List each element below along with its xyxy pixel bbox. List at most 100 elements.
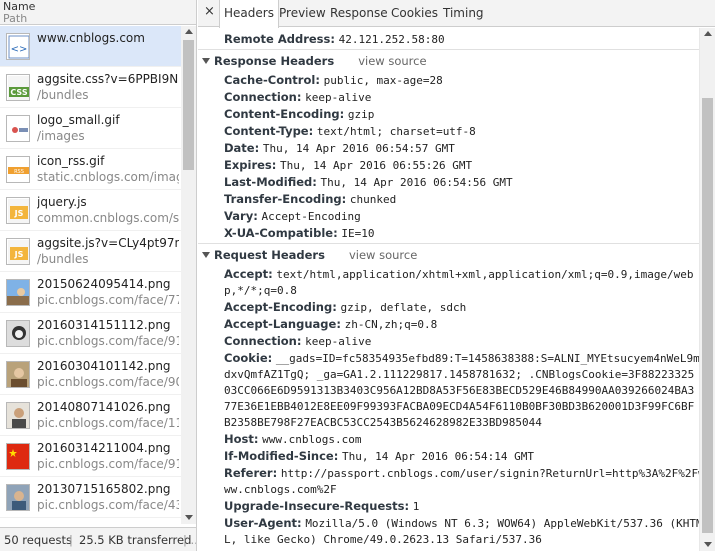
- section-divider: [198, 49, 699, 50]
- header-value: Thu, 14 Apr 2016 06:55:26 GMT: [280, 159, 473, 172]
- status-separator: |...: [183, 533, 196, 547]
- header-row: Expires: Thu, 14 Apr 2016 06:55:26 GMT: [224, 158, 472, 172]
- header-key: Expires:: [224, 158, 277, 172]
- headers-scrollbar[interactable]: [699, 28, 715, 551]
- request-row[interactable]: 20160304101142.png pic.cnblogs.com/face/…: [0, 354, 181, 395]
- header-row: X-UA-Compatible: IE=10: [224, 226, 374, 240]
- request-path: /bundles: [37, 252, 89, 266]
- request-list-scrollbar[interactable]: [181, 26, 196, 524]
- request-list: <> www.cnblogs.com CSS aggsite.css?v=6PP…: [0, 26, 181, 524]
- view-source-link[interactable]: view source: [358, 54, 426, 68]
- header-value: __gads=ID=fc58354935efbd89:T=1458638388:…: [275, 352, 699, 365]
- header-value: Thu, 14 Apr 2016 06:54:57 GMT: [262, 142, 455, 155]
- status-separator: |: [69, 533, 73, 547]
- header-value: Accept-Encoding: [261, 210, 361, 223]
- header-key: Accept-Language:: [224, 317, 341, 331]
- tab-cookies[interactable]: Cookies: [387, 0, 442, 27]
- view-source-link[interactable]: view source: [349, 248, 417, 262]
- path-column-label: Path: [3, 12, 28, 25]
- request-headers-section-header[interactable]: Request Headers view source: [202, 248, 417, 262]
- request-row[interactable]: JS jquery.js common.cnblogs.com/sc...: [0, 190, 181, 231]
- list-column-header[interactable]: Name Path: [0, 0, 196, 25]
- request-path: pic.cnblogs.com/face/911...: [37, 334, 179, 348]
- header-value: p,*/*;q=0.8: [224, 284, 297, 297]
- header-value: 77E36E1EBB4012E8EE09F99393FACBA09ECD4A54…: [224, 400, 695, 413]
- request-row[interactable]: 20130715165802.png pic.cnblogs.com/face/…: [0, 477, 181, 518]
- scroll-down-arrow-icon[interactable]: [704, 542, 712, 547]
- header-value: text/html,application/xhtml+xml,applicat…: [276, 268, 694, 281]
- header-row: Content-Type: text/html; charset=utf-8: [224, 124, 476, 138]
- avatar-image-icon: [6, 361, 30, 388]
- scrollbar-thumb[interactable]: [183, 40, 194, 170]
- header-key: Content-Type:: [224, 124, 314, 138]
- request-row[interactable]: JS aggsite.js?v=CLy4pt97nkl... /bundles: [0, 231, 181, 272]
- request-name: 20160314151112.png: [37, 318, 171, 332]
- request-row[interactable]: 20150624095414.png pic.cnblogs.com/face/…: [0, 272, 181, 313]
- header-row-continuation: 03CC066E6D9591313B3403C956A12BD8A53F56E8…: [224, 383, 694, 397]
- request-name: 20160314211004.png: [37, 441, 171, 455]
- scroll-up-arrow-icon[interactable]: [704, 31, 712, 36]
- avatar-image-icon: [6, 402, 30, 429]
- request-row[interactable]: <> www.cnblogs.com: [0, 26, 181, 67]
- header-value: keep-alive: [305, 335, 372, 348]
- logo-image-icon: [6, 115, 30, 142]
- header-value: www.cnblogs.com: [262, 433, 362, 446]
- request-row[interactable]: 20140807141026.png pic.cnblogs.com/face/…: [0, 395, 181, 436]
- expand-triangle-icon[interactable]: [202, 58, 210, 64]
- request-path: /bundles: [37, 88, 89, 102]
- avatar-image-icon: [6, 484, 30, 511]
- header-key: Cache-Control:: [224, 73, 320, 87]
- header-value: text/html; charset=utf-8: [316, 125, 476, 138]
- tab-preview[interactable]: Preview: [275, 0, 330, 27]
- request-row[interactable]: logo_small.gif /images: [0, 108, 181, 149]
- header-key: Last-Modified:: [224, 175, 317, 189]
- header-value: 42.121.252.58:80: [338, 33, 445, 46]
- rss-image-icon: RSS: [6, 156, 30, 183]
- headers-content: Remote Address: 42.121.252.58:80 Respons…: [198, 28, 699, 551]
- remote-address-row: Remote Address: 42.121.252.58:80: [224, 32, 445, 46]
- header-value: 1: [412, 500, 420, 513]
- expand-triangle-icon[interactable]: [202, 252, 210, 258]
- header-value: L, like Gecko) Chrome/49.0.2623.13 Safar…: [224, 533, 542, 546]
- tab-timing[interactable]: Timing: [439, 0, 488, 27]
- request-row[interactable]: RSS icon_rss.gif static.cnblogs.com/imag…: [0, 149, 181, 190]
- header-value: zh-CN,zh;q=0.8: [344, 318, 438, 331]
- scrollbar-thumb[interactable]: [702, 98, 713, 533]
- request-path: pic.cnblogs.com/face/118...: [37, 416, 179, 430]
- svg-text:JS: JS: [14, 250, 24, 259]
- header-value: gzip: [347, 108, 375, 121]
- request-name: 20150624095414.png: [37, 277, 171, 291]
- request-row[interactable]: CSS aggsite.css?v=6PPBI9N2x... /bundles: [0, 67, 181, 108]
- header-row: Cookie: __gads=ID=fc58354935efbd89:T=145…: [224, 351, 699, 365]
- close-icon[interactable]: ×: [204, 4, 215, 19]
- header-key: Host:: [224, 432, 259, 446]
- header-row: Referer: http://passport.cnblogs.com/use…: [224, 466, 699, 480]
- request-list-panel: Name Path <> www.cnblogs.com CSS aggsite…: [0, 0, 197, 551]
- header-row: User-Agent: Mozilla/5.0 (Windows NT 6.3;…: [224, 516, 699, 530]
- header-value: keep-alive: [305, 91, 372, 104]
- header-row: Content-Encoding: gzip: [224, 107, 374, 121]
- header-key: Connection:: [224, 334, 302, 348]
- tab-headers[interactable]: Headers: [219, 0, 279, 28]
- header-row-continuation: L, like Gecko) Chrome/49.0.2623.13 Safar…: [224, 532, 542, 546]
- avatar-image-icon: [6, 320, 30, 347]
- section-title: Request Headers: [214, 248, 325, 262]
- header-row: Accept-Encoding: gzip, deflate, sdch: [224, 300, 466, 314]
- header-row: Upgrade-Insecure-Requests: 1: [224, 499, 419, 513]
- section-title: Response Headers: [214, 54, 335, 68]
- header-value: Thu, 14 Apr 2016 06:54:56 GMT: [320, 176, 513, 189]
- scroll-up-arrow-icon[interactable]: [185, 29, 193, 34]
- response-headers-section-header[interactable]: Response Headers view source: [202, 54, 427, 68]
- svg-text:RSS: RSS: [14, 169, 24, 175]
- header-row-continuation: B2358BE798F27EACBC53CC2543B5624628982E33…: [224, 415, 542, 429]
- request-row[interactable]: 20160314151112.png pic.cnblogs.com/face/…: [0, 313, 181, 354]
- tab-response[interactable]: Response: [326, 0, 392, 27]
- header-key: X-UA-Compatible:: [224, 226, 338, 240]
- js-file-icon: JS: [6, 197, 30, 224]
- request-name: www.cnblogs.com: [37, 31, 145, 45]
- scroll-down-arrow-icon[interactable]: [185, 515, 193, 520]
- header-key: Transfer-Encoding:: [224, 192, 347, 206]
- header-row: Transfer-Encoding: chunked: [224, 192, 396, 206]
- avatar-image-icon: [6, 279, 30, 306]
- request-row[interactable]: 20160314211004.png pic.cnblogs.com/face/…: [0, 436, 181, 477]
